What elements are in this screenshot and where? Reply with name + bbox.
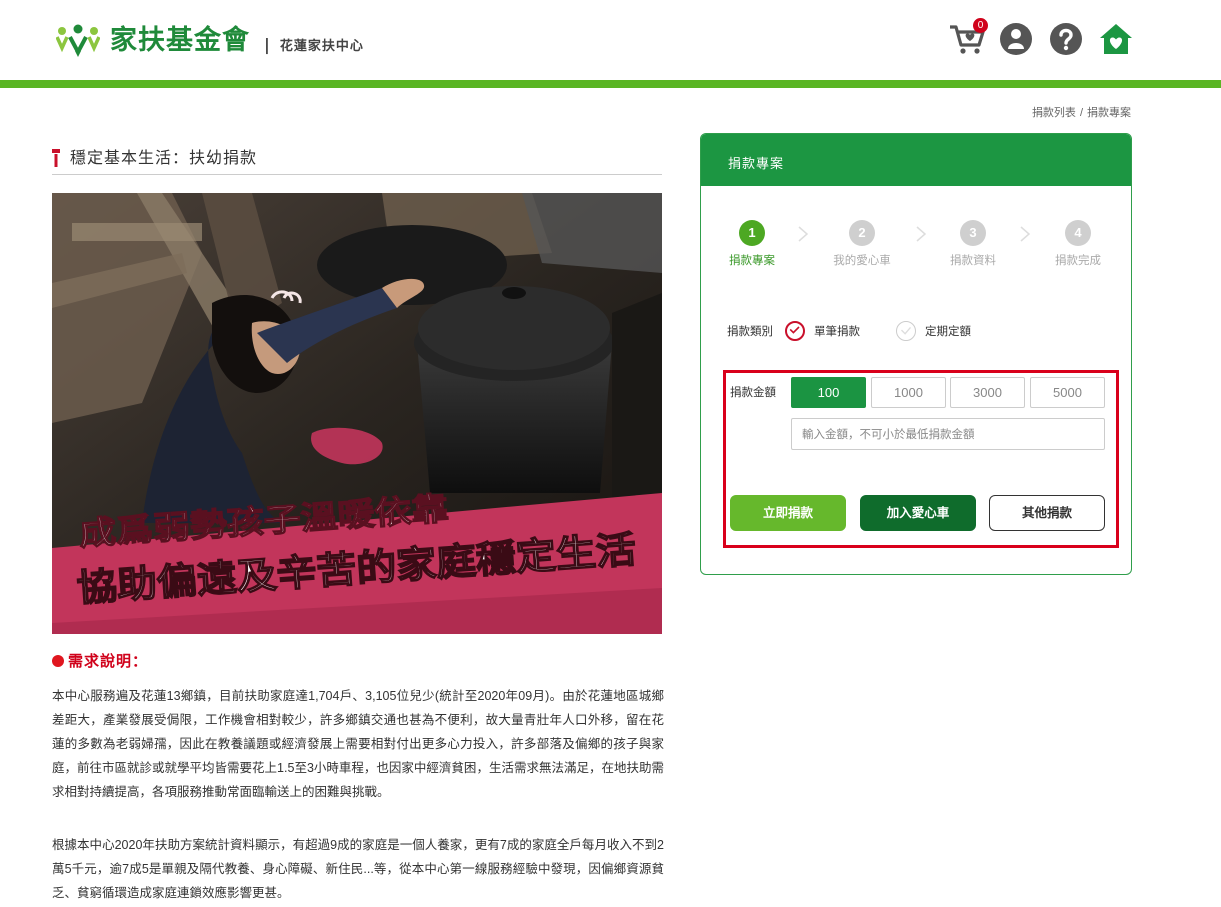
need-heading: 需求說明： [52,650,148,671]
step-4: 4 捐款完成 [1033,220,1123,268]
step-number: 1 [739,220,765,246]
step-number: 3 [960,220,986,246]
step-number: 4 [1065,220,1091,246]
home-heart-icon[interactable] [1099,22,1133,56]
step-label: 捐款專案 [729,253,775,267]
single-donation-label[interactable]: 單筆捐款 [814,323,860,339]
donation-steps: 1 捐款專案 2 我的愛心車 3 捐款資料 4 捐款完成 [701,220,1131,280]
header-divider-bar [0,80,1221,88]
breadcrumb-donation-list[interactable]: 捐款列表 [1032,107,1076,119]
step-2: 2 我的愛心車 [817,220,907,268]
amount-option-3000[interactable]: 3000 [950,377,1025,408]
chevron-right-icon [798,226,809,242]
radio-single-donation[interactable] [785,321,805,341]
donation-type-row: 捐款類別 單筆捐款 定期定額 [727,317,971,345]
title-marker-icon [52,149,60,167]
logo-icon [56,24,100,57]
user-icon[interactable] [999,22,1033,56]
radio-recurring-donation[interactable] [896,321,916,341]
amount-label: 捐款金額 [730,385,776,399]
chevron-right-icon [916,226,927,242]
step-1: 1 捐款專案 [707,220,797,268]
red-dot-icon [52,654,64,667]
donate-now-button[interactable]: 立即捐款 [730,495,846,531]
amount-section: 捐款金額 100 1000 3000 5000 立即捐款 加入愛心車 其他捐款 [723,370,1119,548]
description-paragraph-1: 本中心服務遍及花蓮13鄉鎮，目前扶助家庭達1,704戶、3,105位兒少(統計至… [52,689,664,799]
check-icon [789,326,800,334]
page-title-text: 穩定基本生活：扶幼捐款 [70,148,258,167]
other-donation-button[interactable]: 其他捐款 [989,495,1105,531]
amount-option-5000[interactable]: 5000 [1030,377,1105,408]
help-icon[interactable] [1049,22,1083,56]
cart-heart-icon[interactable]: 0 [949,18,988,56]
custom-amount-input[interactable] [791,418,1105,450]
breadcrumb: 捐款列表 / 捐款專案 [1032,104,1131,120]
chevron-right-icon [1020,226,1031,242]
hero-image: 成爲弱勢孩子溫暖依靠 協助偏遠及辛苦的家庭穩定生活 [52,193,662,634]
logo-separator: | [264,34,270,54]
breadcrumb-donation-project[interactable]: 捐款專案 [1087,107,1131,119]
recurring-donation-label[interactable]: 定期定額 [925,323,971,339]
donation-card: 捐款專案 1 捐款專案 2 我的愛心車 3 捐款資料 4 捐款完成 捐款類別 單… [700,133,1132,575]
donation-card-title: 捐款專案 [701,134,1131,186]
site-header: 家扶基金會 | 花蓮家扶中心 0 [0,0,1221,80]
amount-option-100[interactable]: 100 [791,377,866,408]
step-3: 3 捐款資料 [928,220,1018,268]
breadcrumb-separator: / [1079,107,1083,119]
step-number: 2 [849,220,875,246]
logo-name: 家扶基金會 [110,25,250,56]
step-label: 我的愛心車 [833,253,891,267]
add-to-cart-button[interactable]: 加入愛心車 [860,495,976,531]
check-icon [901,326,912,335]
site-logo[interactable]: 家扶基金會 | 花蓮家扶中心 [56,24,364,58]
description-paragraph-2: 根據本中心2020年扶助方案統計資料顯示，有超過9成的家庭是一個人養家，更有7成… [52,838,664,900]
need-heading-text: 需求說明： [68,652,149,670]
header-icons: 0 [933,18,1133,56]
donation-type-label: 捐款類別 [727,324,773,338]
page-title: 穩定基本生活：扶幼捐款 [52,146,662,175]
logo-subtitle: 花蓮家扶中心 [279,38,364,54]
step-label: 捐款資料 [950,253,996,267]
step-label: 捐款完成 [1055,253,1101,267]
cart-count-badge: 0 [973,18,988,33]
amount-option-1000[interactable]: 1000 [871,377,946,408]
